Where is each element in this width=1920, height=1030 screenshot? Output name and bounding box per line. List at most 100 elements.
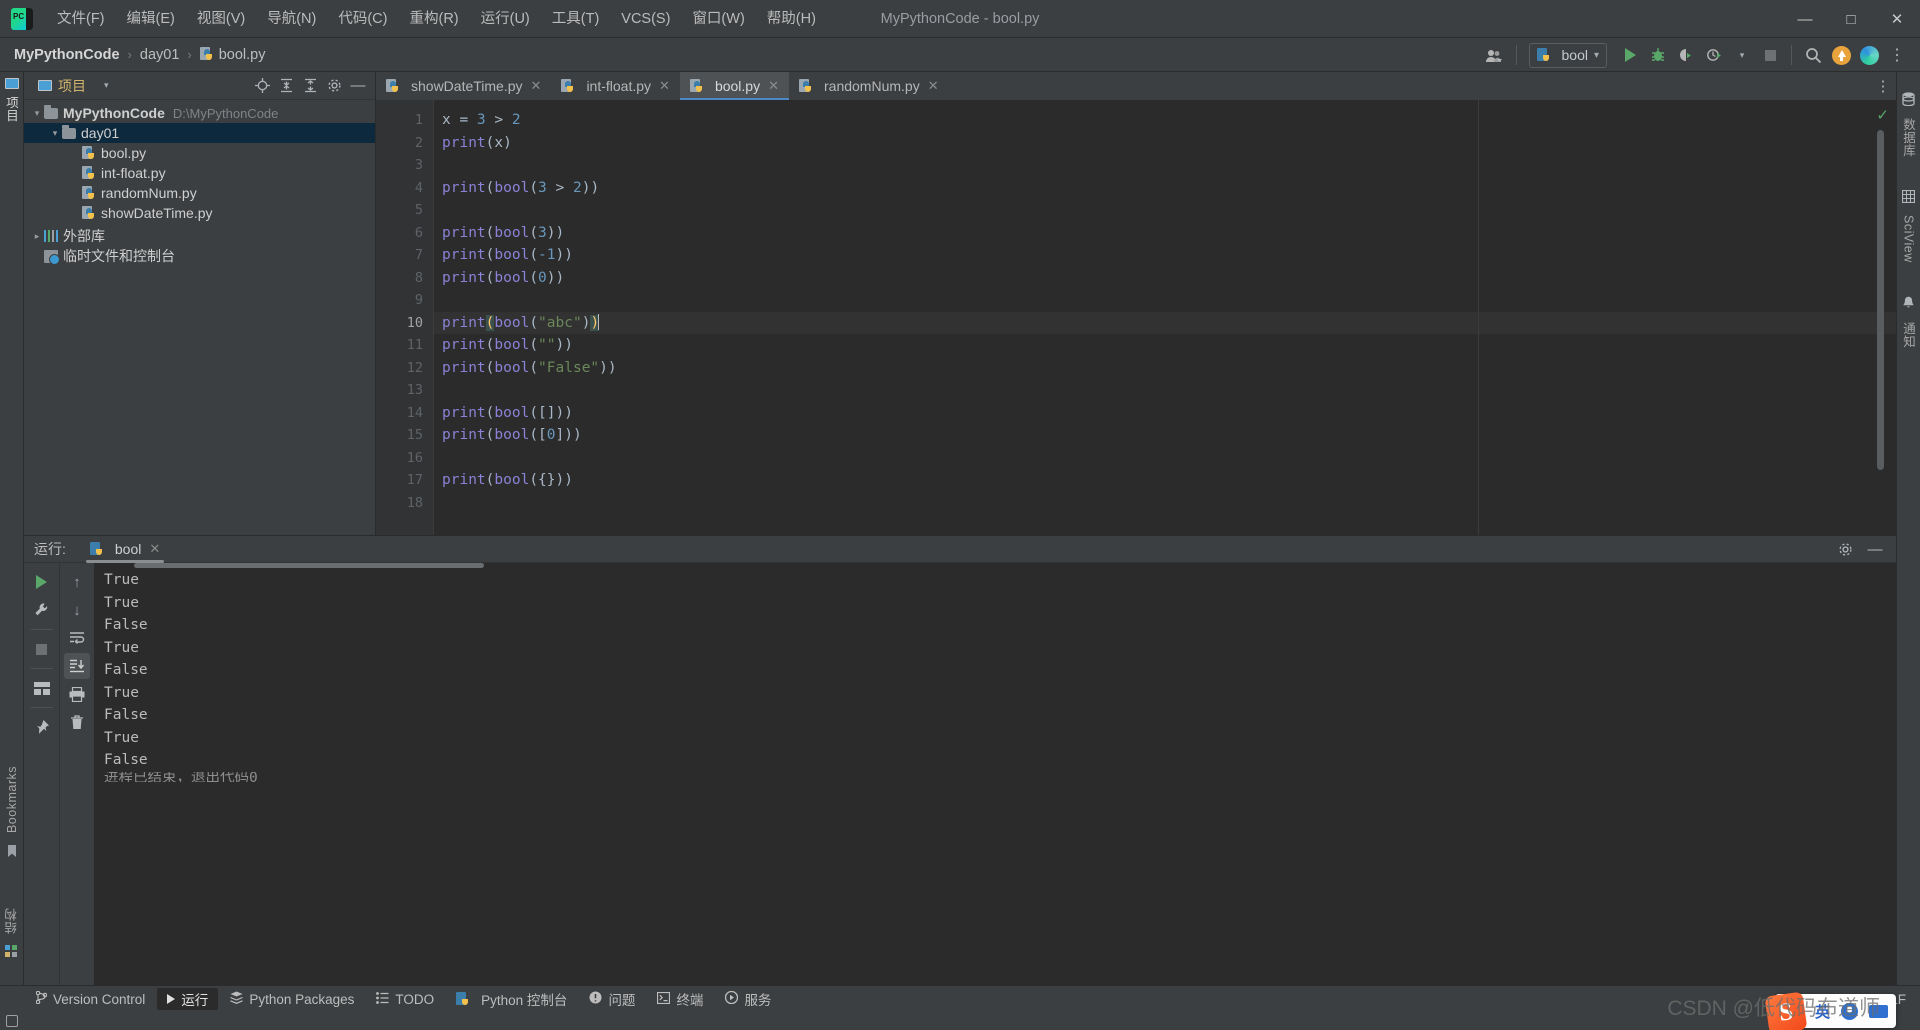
- tree-item-showdatetime-py[interactable]: showDateTime.py: [24, 203, 375, 223]
- tree-item-mypythoncode[interactable]: ▾ MyPythonCode D:\MyPythonCode: [24, 103, 375, 123]
- database-icon[interactable]: [1902, 92, 1915, 111]
- menu-item-tools[interactable]: 工具(T): [541, 0, 611, 38]
- tree-item-day01[interactable]: ▾ day01: [24, 123, 375, 143]
- bookmarks-icon[interactable]: [6, 844, 18, 863]
- chevron-right-icon[interactable]: ▸: [30, 231, 44, 242]
- scroll-to-end-button[interactable]: [64, 653, 90, 679]
- maximize-button[interactable]: □: [1828, 0, 1874, 38]
- run-configuration-selector[interactable]: bool ▾: [1528, 42, 1607, 68]
- breadcrumb-folder[interactable]: day01: [140, 47, 180, 63]
- notifications-bell-icon[interactable]: [1902, 296, 1915, 315]
- debug-button[interactable]: [1645, 42, 1671, 68]
- menu-item-window[interactable]: 窗口(W): [681, 0, 755, 38]
- sidebar-item-structure[interactable]: 结构: [2, 903, 21, 939]
- print-button[interactable]: [64, 681, 90, 707]
- profile-dropdown-icon[interactable]: ▾: [1729, 42, 1755, 68]
- sciview-icon[interactable]: [1901, 189, 1916, 208]
- pin-button[interactable]: [29, 714, 55, 740]
- editor-tab-bool[interactable]: bool.py ✕: [679, 72, 790, 100]
- stop-button[interactable]: [29, 636, 55, 662]
- tree-item-scratches-consoles[interactable]: 临时文件和控制台: [24, 246, 375, 266]
- status-item-version-control[interactable]: Version Control: [26, 988, 155, 1010]
- soft-wrap-button[interactable]: [64, 625, 90, 651]
- close-button[interactable]: ✕: [1874, 0, 1920, 38]
- scroll-down-button[interactable]: ↓: [64, 597, 90, 623]
- run-session-tab[interactable]: bool ✕: [82, 536, 168, 563]
- menu-item-view[interactable]: 视图(V): [186, 0, 256, 38]
- settings-wrench-button[interactable]: [29, 597, 55, 623]
- tree-item-external-libraries[interactable]: ▸ 外部库: [24, 226, 375, 246]
- tree-item-int-float-py[interactable]: int-float.py: [24, 163, 375, 183]
- settings-gear-icon[interactable]: [323, 75, 345, 97]
- close-icon[interactable]: ✕: [928, 78, 939, 94]
- editor-tab-randomnum[interactable]: randomNum.py ✕: [789, 72, 949, 100]
- run-with-coverage-button[interactable]: [1673, 42, 1699, 68]
- status-item-run[interactable]: 运行: [157, 988, 219, 1010]
- menu-item-navigate[interactable]: 导航(N): [256, 0, 327, 38]
- structure-icon[interactable]: [5, 945, 18, 963]
- sidebar-item-notifications[interactable]: 通知: [1899, 317, 1918, 353]
- expand-all-icon[interactable]: [275, 75, 297, 97]
- status-item-python-packages[interactable]: Python Packages: [220, 988, 364, 1010]
- code-editor[interactable]: 1 2 3 4 5 6 7 8 9 10 11 12 13 14 15 16 1…: [376, 100, 1896, 535]
- editor-gutter[interactable]: 1 2 3 4 5 6 7 8 9 10 11 12 13 14 15 16 1…: [376, 100, 434, 535]
- more-options-icon[interactable]: ⋮: [1884, 42, 1910, 68]
- status-item-terminal[interactable]: 终端: [647, 988, 713, 1010]
- updates-icon[interactable]: [1828, 42, 1854, 68]
- tree-item-bool-py[interactable]: bool.py: [24, 143, 375, 163]
- editor-tab-int-float[interactable]: int-float.py ✕: [551, 72, 680, 100]
- mic-icon[interactable]: [1841, 1002, 1858, 1020]
- menu-item-run[interactable]: 运行(U): [470, 0, 541, 38]
- keyboard-icon[interactable]: [1869, 1004, 1888, 1018]
- settings-gear-icon[interactable]: [1832, 536, 1858, 562]
- close-icon[interactable]: ✕: [149, 541, 160, 557]
- hide-panel-icon[interactable]: —: [347, 75, 369, 97]
- editor-scrollbar[interactable]: [1877, 130, 1884, 470]
- sidebar-item-project[interactable]: 项目: [2, 91, 21, 127]
- chevron-down-icon[interactable]: ▾: [104, 80, 109, 91]
- menu-item-vcs[interactable]: VCS(S): [610, 0, 681, 38]
- sidebar-item-bookmarks[interactable]: Bookmarks: [5, 761, 19, 838]
- editor-tab-showdatetime[interactable]: showDateTime.py ✕: [376, 72, 551, 100]
- clear-all-button[interactable]: [64, 709, 90, 735]
- inspection-status-icon[interactable]: ✓: [1876, 106, 1889, 124]
- status-item-python-console[interactable]: Python 控制台: [446, 988, 577, 1010]
- layout-button[interactable]: [29, 675, 55, 701]
- rerun-button[interactable]: [29, 569, 55, 595]
- close-icon[interactable]: ✕: [659, 78, 670, 94]
- chevron-down-icon[interactable]: ▾: [48, 128, 62, 139]
- collapse-all-icon[interactable]: [299, 75, 321, 97]
- sogou-logo-icon[interactable]: S: [1764, 991, 1808, 1030]
- console-output[interactable]: True True False True False True False Tr…: [94, 563, 1896, 985]
- menu-item-code[interactable]: 代码(C): [327, 0, 398, 38]
- hide-panel-icon[interactable]: —: [1862, 536, 1888, 562]
- layout-toggle-icon[interactable]: [6, 1015, 18, 1027]
- menu-item-refactor[interactable]: 重构(R): [398, 0, 469, 38]
- status-item-services[interactable]: 服务: [715, 988, 781, 1010]
- profile-button[interactable]: [1701, 42, 1727, 68]
- minimize-button[interactable]: —: [1782, 0, 1828, 38]
- menu-item-help[interactable]: 帮助(H): [756, 0, 827, 38]
- sogou-ime-bar[interactable]: S 英: [1764, 991, 1896, 1030]
- chevron-down-icon[interactable]: ▾: [30, 108, 44, 119]
- run-button[interactable]: [1617, 42, 1643, 68]
- stop-button[interactable]: [1757, 42, 1783, 68]
- menu-item-edit[interactable]: 编辑(E): [116, 0, 186, 38]
- ai-assistant-icon[interactable]: [1856, 42, 1882, 68]
- sidebar-item-database[interactable]: 数据库: [1899, 113, 1918, 162]
- close-icon[interactable]: ✕: [768, 78, 779, 94]
- console-horizontal-scrollbar[interactable]: [134, 563, 484, 568]
- code-text-area[interactable]: x = 3 > 2 print(x) print(bool(3 > 2)) pr…: [434, 100, 1896, 535]
- user-account-icon[interactable]: [1482, 42, 1508, 68]
- project-icon[interactable]: [4, 78, 19, 89]
- ime-mode-label[interactable]: 英: [1815, 1001, 1830, 1022]
- status-item-todo[interactable]: TODO: [366, 988, 444, 1010]
- scroll-up-button[interactable]: ↑: [64, 569, 90, 595]
- menu-item-file[interactable]: 文件(F): [46, 0, 116, 38]
- search-everywhere-icon[interactable]: [1800, 42, 1826, 68]
- select-opened-file-icon[interactable]: [251, 75, 273, 97]
- tree-item-randomnum-py[interactable]: randomNum.py: [24, 183, 375, 203]
- breadcrumb-file[interactable]: bool.py: [219, 47, 266, 63]
- close-icon[interactable]: ✕: [531, 78, 542, 94]
- breadcrumb-project[interactable]: MyPythonCode: [14, 47, 120, 63]
